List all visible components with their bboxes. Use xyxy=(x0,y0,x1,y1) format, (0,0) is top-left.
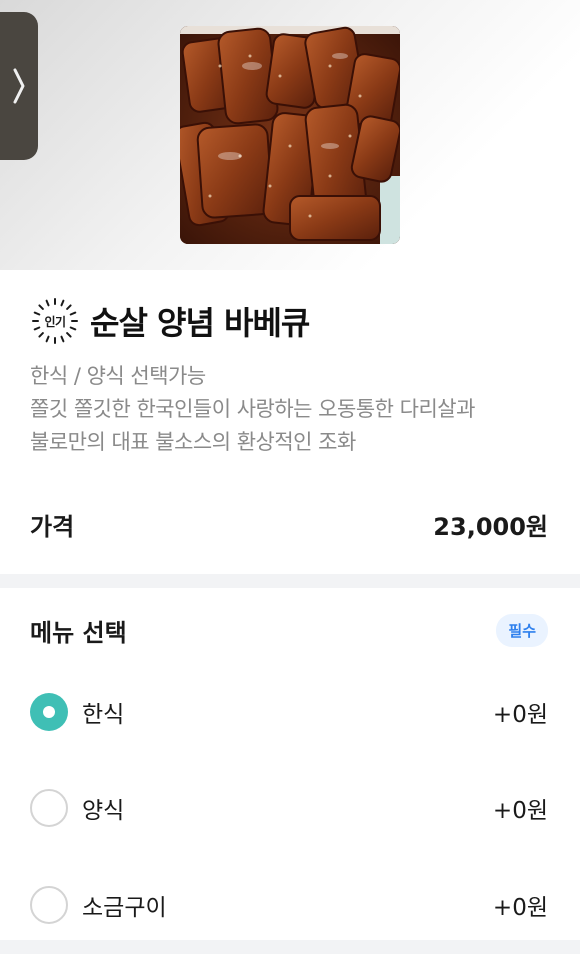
option-price: +0원 xyxy=(492,895,548,921)
radio-button[interactable] xyxy=(30,789,68,827)
product-title: 순살 양념 바베큐 xyxy=(90,304,310,342)
product-description: 한식 / 양식 선택가능 쫄깃 쫄깃한 한국인들이 사랑하는 오동통한 다리살과… xyxy=(30,360,560,459)
menu-option-korean[interactable]: 한식 +0원 xyxy=(30,690,548,734)
chevron-right-icon xyxy=(13,68,25,104)
menu-option-western[interactable]: 양식 +0원 xyxy=(30,786,548,830)
menu-section-title: 메뉴 선택 xyxy=(30,618,127,647)
description-line: 쫄깃 쫄깃한 한국인들이 사랑하는 오동통한 다리살과 xyxy=(30,397,475,421)
radio-button-checked[interactable] xyxy=(30,693,68,731)
radio-button[interactable] xyxy=(30,886,68,924)
popular-badge: 인기 xyxy=(30,296,80,346)
price-label: 가격 xyxy=(30,512,75,541)
menu-section-header: 메뉴 선택 필수 xyxy=(30,610,548,650)
option-label: 양식 xyxy=(82,798,125,824)
title-row: 인기 순살 양념 바베큐 xyxy=(30,296,310,346)
price-value: 23,000원 xyxy=(433,512,548,541)
description-line: 한식 / 양식 선택가능 xyxy=(30,364,206,388)
menu-option-salt-grill[interactable]: 소금구이 +0원 xyxy=(30,883,548,927)
section-divider xyxy=(0,940,580,954)
option-price: +0원 xyxy=(492,702,548,728)
price-row: 가격 23,000원 xyxy=(30,502,548,546)
food-photo xyxy=(180,26,400,244)
description-line: 불로만의 대표 불소스의 환상적인 조화 xyxy=(30,430,356,454)
required-badge: 필수 xyxy=(496,613,548,647)
side-expand-tab[interactable] xyxy=(0,12,38,160)
option-label: 한식 xyxy=(82,702,125,728)
option-label: 소금구이 xyxy=(82,895,167,921)
option-price: +0원 xyxy=(492,798,548,824)
popular-badge-label: 인기 xyxy=(44,314,66,329)
section-divider xyxy=(0,574,580,588)
